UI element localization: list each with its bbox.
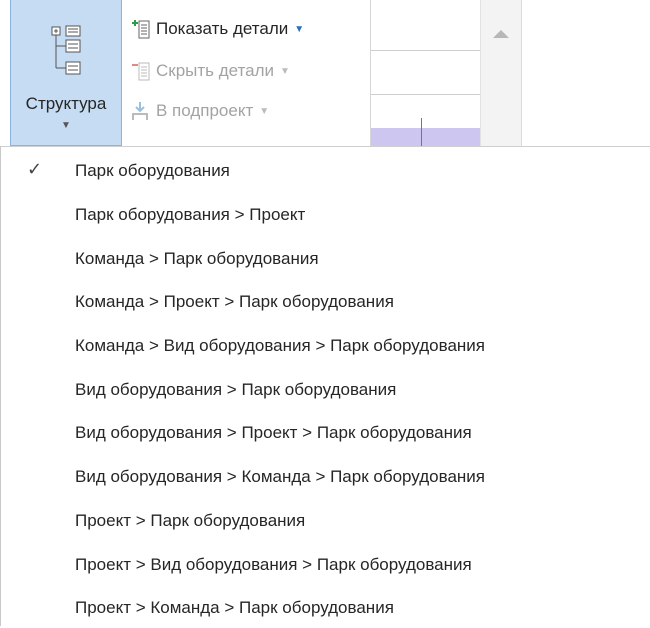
chevron-down-icon: ▼	[61, 120, 71, 131]
menu-item-label: Вид оборудования > Проект > Парк оборудо…	[75, 423, 472, 442]
menu-item-label: Парк оборудования > Проект	[75, 205, 306, 224]
menu-item-equipment-park-project[interactable]: Парк оборудования > Проект	[1, 195, 650, 235]
menu-item-label: Проект > Вид оборудования > Парк оборудо…	[75, 555, 472, 574]
vertical-scrollbar[interactable]	[480, 0, 522, 146]
menu-item-equipment-park[interactable]: ✓ Парк оборудования	[1, 151, 650, 191]
menu-item-label: Команда > Парк оборудования	[75, 249, 319, 268]
menu-item-equipment-type-project-equipment-park[interactable]: Вид оборудования > Проект > Парк оборудо…	[1, 413, 650, 453]
menu-item-team-equipment-type-equipment-park[interactable]: Команда > Вид оборудования > Парк оборуд…	[1, 326, 650, 366]
hide-details-button[interactable]: Скрыть детали ▼	[130, 56, 290, 86]
ribbon: Структура ▼ Показать детали ▼ Скрыть дет…	[0, 0, 650, 146]
structure-dropdown-menu: ✓ Парк оборудования Парк оборудования > …	[0, 146, 650, 626]
menu-item-label: Парк оборудования	[75, 161, 230, 180]
hide-details-label: Скрыть детали	[156, 61, 275, 80]
grid-tick	[421, 118, 422, 146]
menu-item-equipment-type-team-equipment-park[interactable]: Вид оборудования > Команда > Парк оборуд…	[1, 457, 650, 497]
menu-item-project-equipment-type-equipment-park[interactable]: Проект > Вид оборудования > Парк оборудо…	[1, 545, 650, 585]
checkmark-icon: ✓	[27, 159, 43, 179]
grid-line	[371, 50, 481, 51]
menu-item-team-project-equipment-park[interactable]: Команда > Проект > Парк оборудования	[1, 282, 650, 322]
menu-item-project-equipment-park[interactable]: Проект > Парк оборудования	[1, 501, 650, 541]
subproject-icon	[130, 100, 150, 122]
chevron-down-icon: ▼	[259, 105, 270, 117]
chevron-down-icon: ▼	[294, 23, 305, 35]
show-details-icon	[130, 18, 150, 40]
menu-item-label: Вид оборудования > Команда > Парк оборуд…	[75, 467, 485, 486]
scroll-up-arrow-icon[interactable]	[493, 30, 509, 38]
grid-line	[371, 94, 481, 95]
menu-item-team-equipment-park[interactable]: Команда > Парк оборудования	[1, 239, 650, 279]
gantt-bar	[371, 128, 481, 146]
menu-item-label: Проект > Парк оборудования	[75, 511, 306, 530]
chevron-down-icon: ▼	[280, 65, 290, 77]
menu-item-label: Команда > Вид оборудования > Парк оборуд…	[75, 336, 485, 355]
structure-button[interactable]: Структура ▼	[10, 0, 122, 146]
menu-item-label: Команда > Проект > Парк оборудования	[75, 292, 394, 311]
to-subproject-button[interactable]: В подпроект ▼	[130, 96, 269, 126]
show-details-label: Показать детали	[156, 19, 289, 38]
menu-item-project-team-equipment-park[interactable]: Проект > Команда > Парк оборудования	[1, 588, 650, 628]
to-subproject-label: В подпроект	[156, 101, 254, 120]
structure-button-label: Структура	[25, 94, 107, 113]
outline-structure-icon	[51, 24, 83, 81]
hide-details-icon	[130, 60, 150, 82]
menu-item-label: Проект > Команда > Парк оборудования	[75, 598, 394, 617]
menu-item-label: Вид оборудования > Парк оборудования	[75, 380, 397, 399]
show-details-button[interactable]: Показать детали ▼	[130, 14, 304, 44]
menu-item-equipment-type-equipment-park[interactable]: Вид оборудования > Парк оборудования	[1, 370, 650, 410]
